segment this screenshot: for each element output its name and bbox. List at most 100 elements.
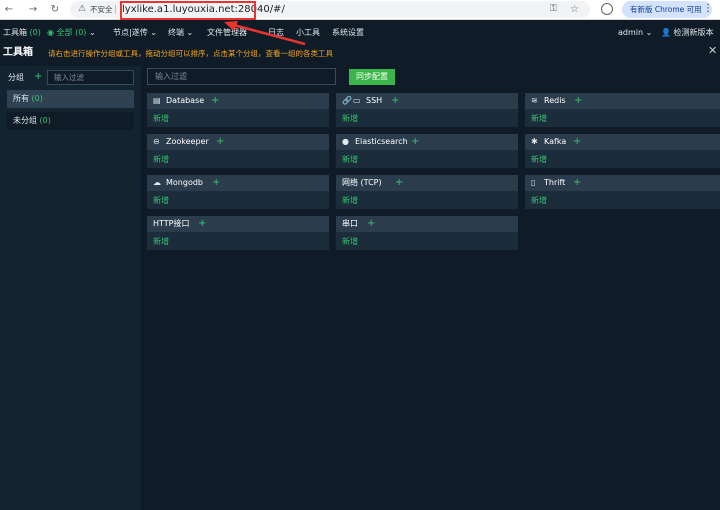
hint-text: 请右击进行操作分组或工具，拖动分组可以排序，点击某个分组，查看一组的各类工具 bbox=[48, 49, 333, 58]
new-tool-link[interactable]: 新增 bbox=[342, 195, 358, 206]
group-sidebar bbox=[0, 66, 141, 510]
add-tool-button[interactable]: + bbox=[367, 217, 375, 230]
add-tool-button[interactable]: + bbox=[395, 176, 403, 189]
chevron-down-icon: ⌄ bbox=[88, 28, 96, 37]
tool-card-database[interactable]: ▤ Database + 新增 bbox=[147, 93, 329, 127]
tool-card-tcp[interactable]: 网络 (TCP) + 新增 bbox=[336, 175, 518, 209]
tool-card-serial[interactable]: 串口 + 新增 bbox=[336, 216, 518, 250]
tool-card-ssh[interactable]: 🔗 ▭ SSH + 新增 bbox=[336, 93, 518, 127]
kafka-icon: ✱ bbox=[531, 137, 538, 146]
add-tool-button[interactable]: + bbox=[212, 176, 220, 189]
user-menu[interactable]: admin ⌄ bbox=[618, 26, 652, 40]
add-tool-button[interactable]: + bbox=[391, 94, 399, 107]
card-title: 串口 bbox=[342, 219, 358, 228]
card-body: 新增 bbox=[525, 150, 720, 168]
add-tool-button[interactable]: + bbox=[574, 94, 582, 107]
warning-icon: ⚠ bbox=[78, 4, 87, 14]
link-icon: 🔗 bbox=[342, 96, 352, 105]
card-header[interactable]: ▤ Database + bbox=[147, 93, 329, 109]
menu-tools[interactable]: 小工具 bbox=[296, 26, 320, 40]
profile-icon[interactable] bbox=[601, 3, 613, 15]
card-header[interactable]: ✱ Kafka + bbox=[525, 134, 720, 150]
password-key-icon[interactable]: ⚿ bbox=[550, 3, 557, 16]
group-filter-input[interactable] bbox=[47, 70, 134, 85]
new-tool-link[interactable]: 新增 bbox=[153, 195, 169, 206]
card-body: 新增 bbox=[147, 109, 329, 127]
card-title: Kafka bbox=[544, 137, 567, 146]
elastic-icon: ● bbox=[342, 137, 349, 146]
sync-config-button[interactable]: 同步配置 bbox=[349, 69, 395, 85]
add-tool-button[interactable]: + bbox=[198, 217, 206, 230]
new-tool-link[interactable]: 新增 bbox=[531, 195, 547, 206]
card-body: 新增 bbox=[525, 109, 720, 127]
add-tool-button[interactable]: + bbox=[211, 94, 219, 107]
tool-card-thrift[interactable]: ▯ Thrift + 新增 bbox=[525, 175, 720, 209]
file-icon: ▯ bbox=[531, 178, 536, 187]
new-tool-link[interactable]: 新增 bbox=[153, 113, 169, 124]
menu-logs[interactable]: 日志 bbox=[268, 26, 284, 40]
add-tool-button[interactable]: + bbox=[573, 176, 581, 189]
back-icon[interactable]: ← bbox=[2, 3, 16, 17]
new-tool-link[interactable]: 新增 bbox=[342, 236, 358, 247]
menu-nodes[interactable]: 节点|遂传 ⌄ bbox=[113, 26, 157, 40]
reload-icon[interactable]: ↻ bbox=[48, 3, 62, 17]
card-title: Thrift bbox=[544, 178, 566, 187]
new-tool-link[interactable]: 新增 bbox=[342, 154, 358, 165]
chrome-update-button[interactable]: 有新版 Chrome 可用 bbox=[622, 1, 712, 18]
insecure-label: 不安全 bbox=[90, 5, 113, 14]
card-title: HTTP接口 bbox=[153, 219, 190, 228]
add-tool-button[interactable]: + bbox=[216, 135, 224, 148]
new-tool-link[interactable]: 新增 bbox=[531, 154, 547, 165]
page-title: 工具箱 bbox=[3, 47, 33, 58]
menu-file-manager[interactable]: 文件管理器 bbox=[207, 26, 247, 40]
more-menu-icon[interactable]: ⋮ bbox=[703, 2, 713, 15]
card-title: Elasticsearch bbox=[355, 137, 408, 146]
menu-toolbox[interactable]: 工具箱 (0) bbox=[3, 26, 41, 40]
new-tool-link[interactable]: 新增 bbox=[153, 236, 169, 247]
new-tool-link[interactable]: 新增 bbox=[342, 113, 358, 124]
chevron-down-icon: ⌄ bbox=[186, 28, 194, 37]
group-item-ungrouped[interactable]: 未分组 (0) bbox=[7, 112, 134, 130]
close-icon[interactable]: ✕ bbox=[708, 44, 717, 58]
minus-circle-icon: ⊖ bbox=[153, 137, 160, 146]
chevron-down-icon: ⌄ bbox=[150, 28, 157, 37]
add-group-button[interactable]: + bbox=[34, 70, 42, 83]
card-header[interactable]: ▯ Thrift + bbox=[525, 175, 720, 191]
card-body: 新增 bbox=[336, 232, 518, 250]
new-tool-link[interactable]: 新增 bbox=[531, 113, 547, 124]
tool-card-http[interactable]: HTTP接口 + 新增 bbox=[147, 216, 329, 250]
card-body: 新增 bbox=[147, 191, 329, 209]
card-header[interactable]: ● Elasticsearch + bbox=[336, 134, 518, 150]
layers-icon: ≋ bbox=[531, 96, 538, 105]
group-label: 分组 bbox=[8, 73, 24, 82]
card-title: Zookeeper bbox=[166, 137, 209, 146]
menu-all[interactable]: ◉ 全部 (0) ⌄ bbox=[47, 26, 96, 40]
menu-settings[interactable]: 系统设置 bbox=[332, 26, 364, 40]
database-icon: ▤ bbox=[153, 96, 161, 105]
divider bbox=[115, 5, 116, 14]
card-body: 新增 bbox=[525, 191, 720, 209]
user-gear-icon: 👤 bbox=[661, 28, 671, 37]
add-tool-button[interactable]: + bbox=[573, 135, 581, 148]
forward-icon[interactable]: → bbox=[26, 3, 40, 17]
card-header[interactable]: ≋ Redis + bbox=[525, 93, 720, 109]
add-tool-button[interactable]: + bbox=[411, 135, 419, 148]
card-header[interactable]: ☁ Mongodb + bbox=[147, 175, 329, 191]
tool-card-redis[interactable]: ≋ Redis + 新增 bbox=[525, 93, 720, 127]
menu-terminal[interactable]: 终端 ⌄ bbox=[168, 26, 193, 40]
group-item-all[interactable]: 所有 (0) bbox=[7, 90, 134, 108]
new-tool-link[interactable]: 新增 bbox=[153, 154, 169, 165]
card-header[interactable]: 串口 + bbox=[336, 216, 518, 232]
card-header[interactable]: 🔗 ▭ SSH + bbox=[336, 93, 518, 109]
card-header[interactable]: HTTP接口 + bbox=[147, 216, 329, 232]
tool-card-mongodb[interactable]: ☁ Mongodb + 新增 bbox=[147, 175, 329, 209]
tool-card-elasticsearch[interactable]: ● Elasticsearch + 新增 bbox=[336, 134, 518, 168]
card-body: 新增 bbox=[336, 150, 518, 168]
check-update-button[interactable]: 👤 检测新版本 bbox=[661, 26, 714, 40]
tool-filter-input[interactable] bbox=[147, 68, 336, 85]
card-header[interactable]: 网络 (TCP) + bbox=[336, 175, 518, 191]
tool-card-zookeeper[interactable]: ⊖ Zookeeper + 新增 bbox=[147, 134, 329, 168]
card-header[interactable]: ⊖ Zookeeper + bbox=[147, 134, 329, 150]
bookmark-star-icon[interactable]: ☆ bbox=[570, 3, 579, 16]
tool-card-kafka[interactable]: ✱ Kafka + 新增 bbox=[525, 134, 720, 168]
